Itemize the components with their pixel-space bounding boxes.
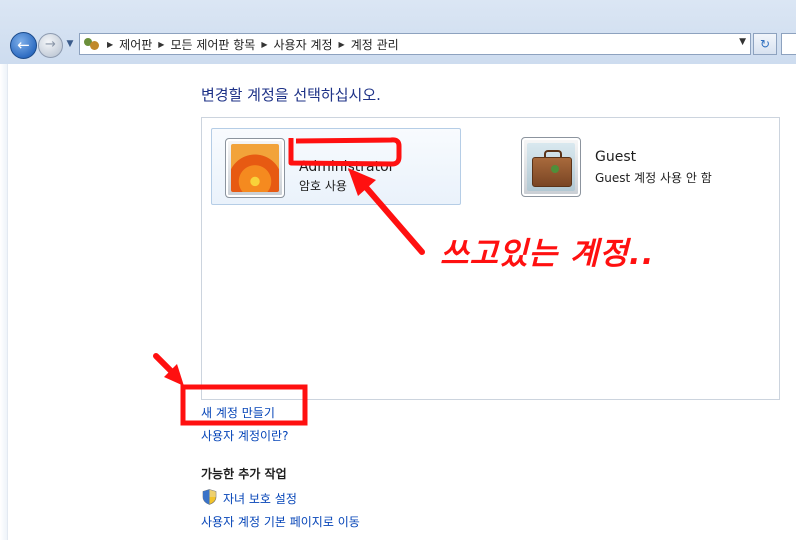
create-account-link[interactable]: 새 계정 만들기 xyxy=(201,404,275,421)
search-input[interactable] xyxy=(781,33,796,55)
recent-pages-dropdown-icon[interactable]: ▼ xyxy=(64,37,76,51)
what-is-account-link[interactable]: 사용자 계정이란? xyxy=(201,427,288,444)
avatar xyxy=(521,137,581,197)
account-status: Guest 계정 사용 안 함 xyxy=(595,171,712,185)
refresh-icon[interactable]: ↻ xyxy=(753,33,777,55)
breadcrumb-separator-icon[interactable]: ▶ xyxy=(158,40,164,49)
address-dropdown-icon[interactable]: ▼ xyxy=(739,37,746,47)
account-name: Administrator xyxy=(299,159,395,175)
back-arrow-icon[interactable]: ← xyxy=(10,32,37,59)
address-bar[interactable]: ▶ 제어판 ▶ 모든 제어판 항목 ▶ 사용자 계정 ▶ 계정 관리 ▼ xyxy=(79,33,751,55)
user-accounts-home-link[interactable]: 사용자 계정 기본 페이지로 이동 xyxy=(201,513,360,530)
breadcrumb-separator-icon[interactable]: ▶ xyxy=(261,40,267,49)
additional-tasks-heading: 가능한 추가 작업 xyxy=(201,467,287,481)
account-card-administrator[interactable]: Administrator 암호 사용 xyxy=(211,128,461,205)
avatar xyxy=(225,138,285,198)
page-title: 변경할 계정을 선택하십시오. xyxy=(201,86,381,104)
account-name: Guest xyxy=(595,149,637,165)
left-pane-edge xyxy=(0,64,8,540)
navigation-bar: ← → ▼ ▶ 제어판 ▶ 모든 제어판 항목 ▶ 사용자 계정 ▶ 계정 관리… xyxy=(0,0,796,64)
forward-arrow-icon[interactable]: → xyxy=(38,33,63,58)
breadcrumb-user-accounts[interactable]: 사용자 계정 xyxy=(274,36,333,53)
breadcrumb-separator-icon[interactable]: ▶ xyxy=(339,40,345,49)
account-status: 암호 사용 xyxy=(299,179,347,193)
uac-shield-icon xyxy=(202,489,217,505)
briefcase-picture-icon xyxy=(527,143,575,191)
parental-controls-link[interactable]: 자녀 보호 설정 xyxy=(223,490,297,507)
account-card-guest[interactable]: Guest Guest 계정 사용 안 함 xyxy=(508,128,758,205)
orange-flower-picture-icon xyxy=(231,144,279,192)
annotation-label: 쓰고있는 계정.. xyxy=(440,236,655,272)
breadcrumb-all-items[interactable]: 모든 제어판 항목 xyxy=(170,36,255,53)
breadcrumb-control-panel[interactable]: 제어판 xyxy=(119,36,152,53)
users-icon xyxy=(83,36,101,52)
breadcrumb-separator-icon[interactable]: ▶ xyxy=(107,40,113,49)
breadcrumb-manage-accounts[interactable]: 계정 관리 xyxy=(351,36,399,53)
